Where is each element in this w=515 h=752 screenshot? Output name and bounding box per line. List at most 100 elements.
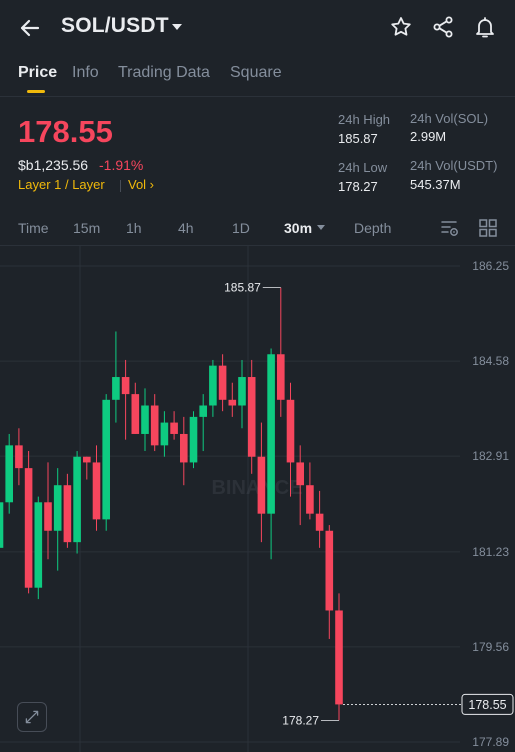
star-icon[interactable]	[389, 15, 413, 39]
candle-body	[53, 485, 62, 531]
candle	[0, 496, 4, 565]
candle	[83, 456, 91, 480]
watermark: BINANCE	[211, 477, 302, 499]
candle-body	[15, 445, 23, 469]
top-bar: SOL/USDT	[0, 0, 515, 56]
candle	[228, 382, 237, 417]
tab-info[interactable]: Info	[72, 64, 99, 82]
indicator-settings-icon[interactable]	[440, 218, 460, 238]
timeframe-15m[interactable]: 15m	[73, 220, 100, 236]
candle-body	[286, 399, 295, 463]
caret-down-icon[interactable]	[170, 20, 184, 34]
candle	[218, 354, 227, 412]
layout-grid-icon[interactable]	[478, 218, 498, 238]
candle	[102, 394, 110, 531]
tab-trading-data[interactable]: Trading Data	[118, 64, 210, 82]
candle	[24, 451, 33, 594]
candle-body	[0, 502, 4, 548]
candle-body	[325, 530, 334, 611]
candle-body	[34, 502, 43, 588]
candle-body	[315, 513, 324, 531]
change-percent: -1.91%	[99, 157, 144, 173]
candle	[170, 411, 178, 440]
candle-body	[296, 462, 304, 486]
y-tick-label: 182.91	[472, 449, 509, 463]
timeframe-1d[interactable]: 1D	[232, 220, 250, 236]
candle-body	[92, 462, 101, 520]
candle	[92, 445, 101, 531]
tab-square[interactable]: Square	[230, 64, 282, 82]
bell-icon[interactable]	[473, 15, 497, 39]
low-label: 24h Low	[338, 160, 388, 175]
y-tick-label: 179.56	[472, 640, 509, 654]
candle-body	[238, 377, 246, 406]
candle-body	[170, 422, 178, 434]
category-tag[interactable]: Layer 1 / Layer	[18, 177, 105, 192]
candle	[73, 451, 81, 554]
candle-body	[44, 502, 52, 531]
candle-body	[218, 365, 227, 400]
timeframe-caret-icon[interactable]	[316, 224, 326, 232]
timeframe-4h[interactable]: 4h	[178, 220, 194, 236]
candle	[335, 593, 343, 721]
candle	[180, 416, 188, 486]
candle	[5, 433, 13, 514]
high-label: 24h High	[338, 112, 391, 127]
candles	[0, 287, 343, 721]
candle	[53, 468, 62, 571]
fiat-value: $b1,235.56	[18, 157, 89, 173]
vol-base-value: 2.99M	[410, 129, 447, 144]
candle-body	[5, 445, 13, 503]
candle	[199, 394, 207, 452]
y-tick-label: 177.89	[472, 735, 509, 749]
tab-price[interactable]: Price	[18, 64, 57, 82]
candle	[257, 422, 266, 543]
candle	[131, 382, 140, 434]
candle	[15, 428, 23, 486]
timeframe-depth[interactable]: Depth	[354, 220, 391, 236]
low-marker-label: 178.27	[282, 713, 319, 727]
candle	[315, 490, 324, 548]
candle-body	[131, 394, 140, 434]
candle	[44, 462, 52, 560]
candle-body	[160, 422, 169, 446]
candle-body	[199, 405, 207, 417]
arrow-left-icon[interactable]	[16, 14, 44, 42]
candle	[325, 525, 334, 639]
candle	[112, 331, 120, 423]
candle	[306, 462, 314, 520]
last-price-tag-label: 178.55	[468, 698, 506, 712]
vol-base-label: 24h Vol(SOL)	[410, 111, 489, 126]
vol-tag[interactable]: Vol ›	[128, 177, 154, 192]
pair-title[interactable]: SOL/USDT	[61, 14, 169, 38]
candlestick-chart[interactable]: BINANCE 185.87178.27178.55 186.25184.581…	[0, 246, 515, 752]
expand-icon[interactable]	[17, 702, 47, 732]
timeframe-30m[interactable]: 30m	[284, 220, 312, 236]
candle	[209, 359, 217, 417]
candle-body	[267, 354, 275, 514]
candle-body	[228, 399, 237, 406]
y-tick-label: 186.25	[472, 259, 509, 273]
candle-body	[121, 377, 130, 395]
active-tab-indicator	[27, 90, 45, 93]
high-marker-label: 185.87	[224, 281, 261, 295]
timeframe-time[interactable]: Time	[18, 220, 49, 236]
y-axis: 186.25 184.58 182.91 181.23 179.56 177.89	[472, 259, 509, 749]
candle	[267, 348, 275, 560]
candle-body	[277, 354, 285, 400]
candle-body	[102, 399, 110, 520]
candle	[160, 411, 169, 457]
candle-body	[83, 456, 91, 463]
timeframe-1h[interactable]: 1h	[126, 220, 142, 236]
share-icon[interactable]	[431, 15, 455, 39]
candle-body	[247, 377, 256, 457]
candle	[63, 473, 72, 548]
candle	[277, 287, 285, 417]
candle	[121, 359, 130, 440]
candle-body	[209, 365, 217, 406]
y-tick-label: 181.23	[472, 545, 509, 559]
candle-body	[306, 485, 314, 514]
low-value: 178.27	[338, 179, 378, 194]
candle-body	[257, 456, 266, 514]
candle-body	[150, 405, 159, 446]
